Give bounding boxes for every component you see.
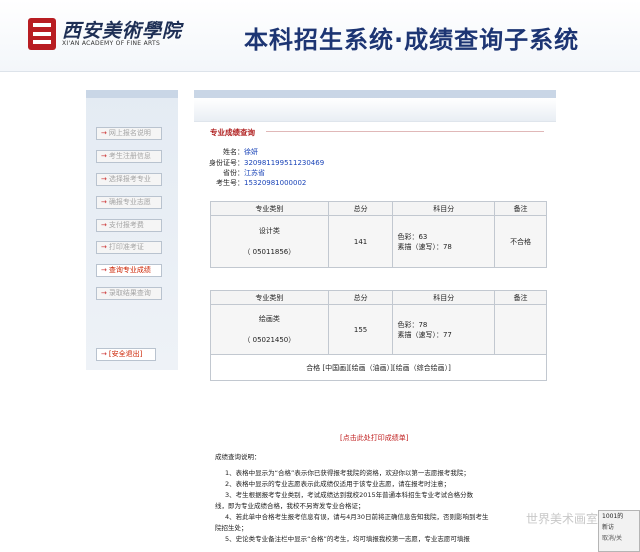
sidebar-item-label: 网上报名说明 [108,129,151,137]
info-value: 320981199511230469 [244,159,325,167]
arrow-right-icon: → [101,221,107,229]
info-name: 姓名：徐妍 [196,147,258,157]
sidebar-item-admission-result[interactable]: → 录取结果查询 [96,287,162,300]
arrow-right-icon: → [101,175,107,183]
subject-color-score: 色彩：78 [397,320,428,329]
section-title: 专业成绩查询 [210,128,255,137]
notification-popup[interactable]: 1001的 新访 取消/关 [598,510,640,552]
note-item: 线，即为专业成绩合格，我校不另寄发专业合格证； [215,502,365,510]
arrow-right-icon: → [101,198,107,206]
main-top-bar [194,90,556,98]
subject-sketch-score: 素描（速写）：78 [397,242,452,251]
subject-sketch-score: 素描（速写）：77 [397,330,452,339]
col-header-total: 总分 [327,201,394,216]
note-item: 3、考生根据报考专业类别，考试成绩达到我校2015年普通本科招生专业考试合格分数 [225,491,474,499]
sidebar-item-label: 选择报考专业 [108,175,151,183]
note-item: 4、若此单中合格考生报考信息有误，请与4月30日前将正确信息告知我院，否则影响到… [225,513,489,521]
sidebar-item-label: 支付报考费 [108,221,144,229]
sidebar-item-label: 确报专业志愿 [108,198,151,206]
info-label: 身份证号： [209,159,244,167]
academy-name-en: XI'AN ACADEMY OF FINE ARTS [62,40,161,47]
sidebar-item-pay-fee[interactable]: → 支付报考费 [96,219,162,232]
watermark: 世界美术画室 [526,512,599,526]
popup-text: 新访 [602,524,615,531]
info-label: 省份： [223,169,244,177]
col-header-remark: 备注 [494,201,547,216]
arrow-right-icon: → [101,350,107,358]
info-value: 徐妍 [244,148,258,156]
sidebar-item-print-admission[interactable]: → 打印准考证 [96,241,162,254]
qualified-majors: 合格 [中国画][绘画（油画）][绘画（综合绘画）] [210,354,547,381]
popup-cancel-link[interactable]: 取消/关 [602,533,639,544]
sidebar-item-select-major[interactable]: → 选择报考专业 [96,173,162,186]
remark-cell: 不合格 [494,215,547,268]
section-header-bar [194,98,556,122]
subject-color-score: 色彩：63 [397,232,428,241]
sidebar-item-confirm-preference[interactable]: → 确报专业志愿 [96,196,162,209]
info-exam-number: 考生号：15320981000002 [196,178,306,188]
info-province: 省份：江苏省 [196,168,265,178]
notes-title: 成绩查询说明： [215,453,261,461]
subject-scores: 色彩：63 素描（速写）：78 [392,215,496,268]
sidebar-item-query-scores[interactable]: → 查询专业成绩 [96,264,162,277]
system-title: 本科招生系统·成绩查询子系统 [244,26,580,54]
info-label: 姓名： [223,148,244,156]
major-cell: 设计类 （ 05011856） [210,215,329,268]
info-value: 江苏省 [244,169,265,177]
col-header-subjects: 科目分 [392,201,496,216]
arrow-right-icon: → [101,266,107,274]
arrow-right-icon: → [101,243,107,251]
arrow-right-icon: → [101,152,107,160]
popup-title: 1001的 [602,513,624,520]
logout-label: [安全退出] [108,350,143,358]
major-cell: 绘画类 （ 05021450） [210,304,329,355]
remark-cell [494,304,547,355]
sidebar-item-label: 打印准考证 [108,243,144,251]
major-name: 绘画类 [258,314,280,323]
note-item: 2、表格中显示的专业志愿表示此成绩仅适用于该专业志愿，请在报考时注意； [225,480,451,488]
major-code: （ 05021450） [243,335,296,344]
note-item: 院招生处； [215,524,248,532]
note-item: 1、表格中显示为“合格”表示你已获得报考我院的资格，欢迎你以第一志愿报考我院； [225,469,470,477]
academy-seal-logo [28,18,56,50]
sidebar-item-registration-guide[interactable]: → 网上报名说明 [96,127,162,140]
info-value: 15320981000002 [244,179,307,187]
academy-name-cn: 西安美術學院 [62,20,183,42]
sidebar-item-label: 录取结果查询 [108,289,151,297]
sidebar-top-bar [86,90,178,98]
sidebar-item-candidate-info[interactable]: → 考生注册信息 [96,150,162,163]
score-table-painting: 专业类别 总分 科目分 备注 绘画类 （ 05021450） 155 色彩：78… [210,290,547,381]
total-score: 141 [327,215,394,268]
major-name: 设计类 [258,226,280,235]
major-code: （ 05011856） [243,247,296,256]
print-scores-link[interactable]: [点击此处打印成绩单] [340,433,408,443]
col-header-subjects: 科目分 [392,290,496,305]
col-header-remark: 备注 [494,290,547,305]
query-notes: 成绩查询说明： 1、表格中显示为“合格”表示你已获得报考我院的资格，欢迎你以第一… [215,452,545,545]
total-score: 155 [327,304,394,355]
score-table-design: 专业类别 总分 科目分 备注 设计类 （ 05011856） 141 色彩：63… [210,201,547,268]
col-header-total: 总分 [327,290,394,305]
col-header-major: 专业类别 [210,201,329,216]
subject-scores: 色彩：78 素描（速写）：77 [392,304,496,355]
arrow-right-icon: → [101,289,107,297]
section-divider [266,131,544,132]
arrow-right-icon: → [101,129,107,137]
logout-button[interactable]: → [安全退出] [96,348,156,361]
sidebar-item-label: 考生注册信息 [108,152,151,160]
page-header: 西安美術學院 XI'AN ACADEMY OF FINE ARTS 本科招生系统… [0,0,640,72]
info-label: 考生号： [216,179,244,187]
sidebar-item-label: 查询专业成绩 [108,266,151,274]
note-item: 5、史论类专业备注栏中显示“合格”的考生，均可填报我校第一志愿，专业志愿可填报 [225,535,470,543]
col-header-major: 专业类别 [210,290,329,305]
info-id-number: 身份证号：320981199511230469 [196,158,324,168]
